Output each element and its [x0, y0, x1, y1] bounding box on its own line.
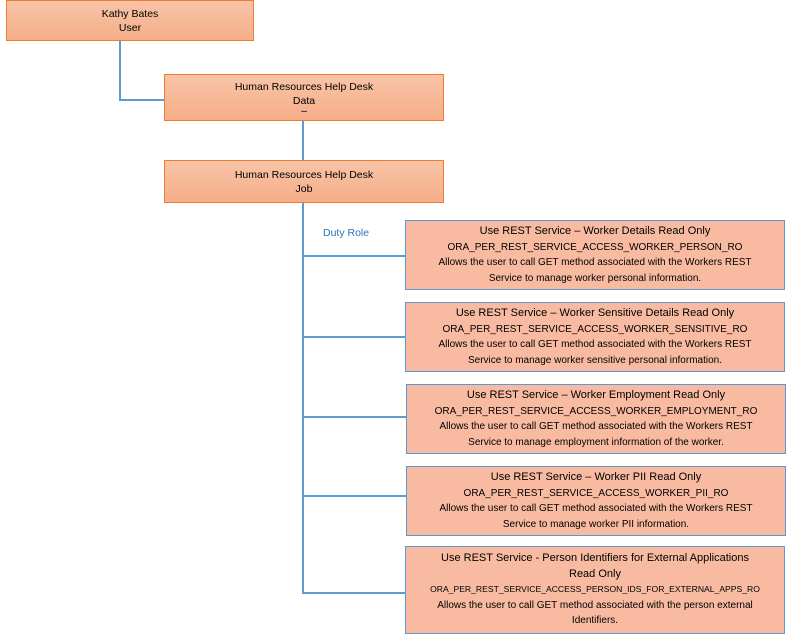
- duty-role-description: Service to manage worker personal inform…: [488, 272, 702, 284]
- duty-role-description: Allows the user to call GET method assoc…: [439, 421, 753, 432]
- duty-role-node[interactable]: Use REST Service – Worker Details Read O…: [405, 220, 785, 290]
- data-role-name: Human Resources Help Desk: [234, 80, 374, 93]
- user-name: Kathy Bates: [101, 7, 159, 20]
- job-role-name: Human Resources Help Desk: [234, 168, 374, 181]
- connector-user-to-data-vertical: [119, 40, 121, 101]
- connector-duty-branch-3: [302, 416, 406, 418]
- connector-data-to-job: [302, 120, 304, 160]
- duty-role-description: Identifiers.: [571, 615, 619, 627]
- connector-duty-branch-2: [302, 336, 405, 338]
- duty-role-title: Use REST Service – Worker Details Read O…: [479, 225, 711, 237]
- duty-role-description: Allows the user to call GET method assoc…: [438, 257, 752, 268]
- duty-role-node[interactable]: Use REST Service – Worker Employment Rea…: [406, 384, 786, 454]
- duty-role-title: Use REST Service – Worker Employment Rea…: [466, 389, 726, 401]
- duty-role-node[interactable]: Use REST Service – Worker Sensitive Deta…: [405, 302, 785, 372]
- connector-user-to-data-horizontal: [119, 99, 165, 101]
- duty-role-title: Use REST Service – Worker Sensitive Deta…: [455, 307, 735, 319]
- duty-role-description: Service to manage worker sensitive perso…: [467, 354, 722, 366]
- data-role-marker: –: [301, 104, 307, 117]
- duty-role-code: ORA_PER_REST_SERVICE_ACCESS_WORKER_PERSO…: [447, 241, 743, 253]
- connector-duty-branch-5: [302, 592, 406, 594]
- user-type: User: [118, 21, 142, 34]
- connector-job-to-duties-trunk: [302, 202, 304, 594]
- data-role-node[interactable]: Human Resources Help Desk Data –: [164, 74, 444, 121]
- job-role-node[interactable]: Human Resources Help Desk Job: [164, 160, 444, 203]
- duty-role-code: ORA_PER_REST_SERVICE_ACCESS_WORKER_PII_R…: [463, 487, 729, 499]
- duty-role-label: Duty Role: [323, 227, 370, 239]
- connector-duty-branch-4: [302, 495, 406, 497]
- duty-role-title: Use REST Service - Person Identifiers fo…: [441, 552, 749, 565]
- duty-role-description: Allows the user to call GET method assoc…: [439, 503, 753, 514]
- duty-role-title-continued: Read Only: [569, 567, 621, 580]
- duty-role-node[interactable]: Use REST Service – Worker PII Read Only …: [406, 466, 786, 536]
- duty-role-code: ORA_PER_REST_SERVICE_ACCESS_PERSON_IDS_F…: [430, 584, 760, 595]
- duty-role-code: ORA_PER_REST_SERVICE_ACCESS_WORKER_EMPLO…: [434, 405, 758, 417]
- duty-role-description: Service to manage employment information…: [468, 436, 724, 448]
- duty-role-node[interactable]: Use REST Service - Person Identifiers fo…: [405, 546, 785, 634]
- duty-role-description: Allows the user to call GET method assoc…: [438, 339, 752, 350]
- duty-role-description: Service to manage worker PII information…: [502, 518, 690, 530]
- duty-role-code: ORA_PER_REST_SERVICE_ACCESS_WORKER_SENSI…: [442, 323, 748, 335]
- job-role-type: Job: [295, 182, 313, 195]
- duty-role-description: Allows the user to call GET method assoc…: [437, 599, 753, 611]
- connector-duty-branch-1: [302, 255, 405, 257]
- user-node[interactable]: Kathy Bates User: [6, 0, 254, 41]
- duty-role-title: Use REST Service – Worker PII Read Only: [490, 471, 702, 483]
